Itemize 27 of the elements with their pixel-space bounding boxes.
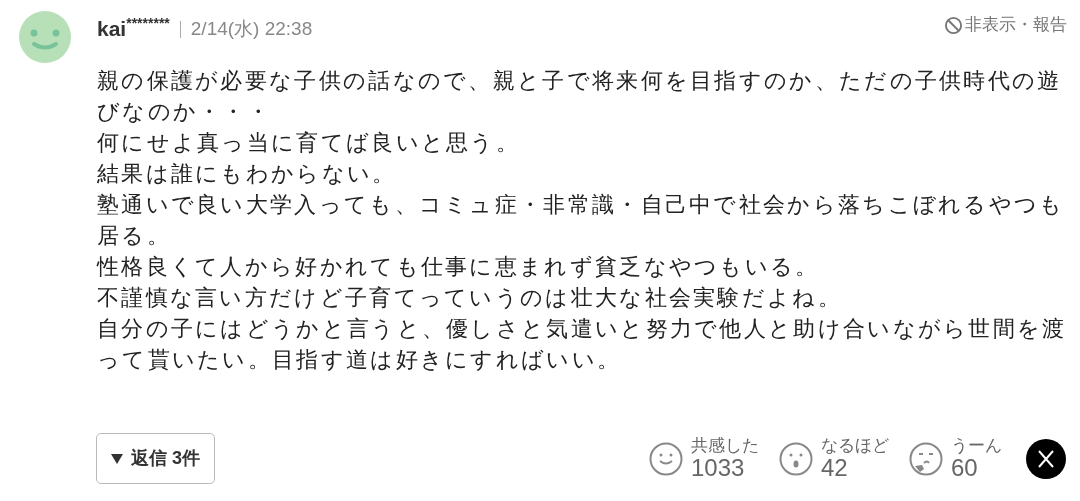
- user-name[interactable]: kai********: [97, 13, 170, 45]
- reaction-button[interactable]: 共感した 1033: [649, 437, 759, 480]
- reaction-button[interactable]: うーん 60: [909, 437, 1002, 480]
- avatar-icon: [19, 11, 71, 63]
- reaction-label: 共感した: [691, 437, 759, 454]
- comment-line: 不謹慎な言い方だけど子育てっていうのは壮大な社会実験だよね。: [97, 284, 843, 312]
- comment-line: 塾通いで良い大学入っても、コミュ症・非常識・自己中で社会から落ちこぼれるやつも居る。: [97, 191, 1066, 250]
- reaction-label: うーん: [951, 437, 1002, 454]
- comment-date: 2/14(水) 22:38: [190, 16, 313, 41]
- comment-line: 親の保護が必要な子供の話なので、親と子で将来何を目指すのか、ただの子供時代の遊びなのか・・・: [97, 67, 1063, 126]
- comment-line: 性格良くて人から好かれても仕事に恵まれず貧乏なやつもいる。: [97, 253, 821, 281]
- replies-button[interactable]: 返信 3件: [96, 433, 215, 484]
- comment-line: 自分の子にはどうかと言うと、優しさと気遣いと努力で他人と助け合いながら世間を渡って貰いたい。目指す道は好きにすればいい。: [97, 315, 1067, 374]
- comment-line: 結果は誰にもわからない。: [97, 160, 398, 188]
- reaction-count: 42: [821, 456, 849, 480]
- reaction-label: なるほど: [821, 437, 889, 454]
- surprised-face-icon: [779, 441, 813, 476]
- reaction-count: 1033: [691, 456, 746, 480]
- reaction-count: 60: [951, 456, 979, 480]
- reaction-button[interactable]: なるほど 42: [779, 437, 889, 480]
- x-share-icon[interactable]: [1026, 438, 1066, 479]
- caret-icon: [111, 453, 123, 464]
- thinking-face-icon: [909, 441, 943, 476]
- comment-line: 何にせよ真っ当に育てば良いと思う。: [97, 129, 522, 157]
- hide-icon: [944, 15, 963, 35]
- report-link[interactable]: 非表示・報告: [944, 12, 1067, 38]
- smile-face-icon: [649, 441, 683, 476]
